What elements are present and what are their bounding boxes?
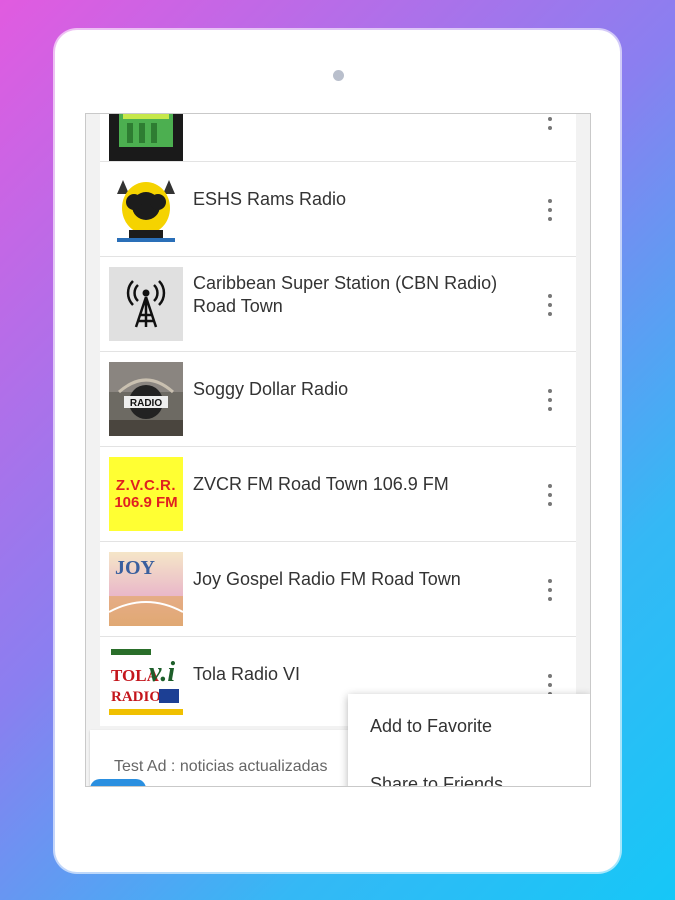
ad-text: Test Ad : noticias actualizadas	[114, 758, 328, 775]
station-name: Tola Radio VI	[193, 664, 301, 684]
zvcr-logo-icon: Z.V.C.R. 106.9 FM	[109, 457, 183, 531]
station-row[interactable]: RADIO Soggy Dollar Radio	[100, 352, 576, 447]
tola-logo-icon: TOLA RADIO v.i	[109, 647, 183, 721]
more-options-icon[interactable]	[547, 579, 553, 601]
station-name: ZVCR FM Road Town 106.9 FM	[193, 474, 449, 494]
menu-item-add-favorite[interactable]: Add to Favorite	[370, 716, 492, 737]
app-screen: ESHS Rams Radio Caribbean Super Station …	[85, 113, 591, 787]
more-options-icon[interactable]	[547, 114, 553, 130]
zvcr-logo-line2: 106.9 FM	[114, 494, 178, 511]
more-options-icon[interactable]	[547, 484, 553, 506]
front-camera	[333, 70, 344, 81]
station-row[interactable]: ESHS Rams Radio	[100, 162, 576, 257]
more-options-icon[interactable]	[547, 199, 553, 221]
broadcast-tower-icon	[109, 267, 183, 341]
station-name: ESHS Rams Radio	[193, 189, 347, 209]
station-row[interactable]: JOY Joy Gospel Radio FM Road Town	[100, 542, 576, 637]
context-menu: Add to Favorite Share to Friends	[348, 694, 590, 786]
more-options-icon[interactable]	[547, 389, 553, 411]
station-row[interactable]: Caribbean Super Station (CBN Radio) Road…	[100, 257, 576, 352]
joy-logo-icon: JOY	[109, 552, 183, 626]
station-name: Soggy Dollar Radio	[193, 379, 349, 399]
tablet-frame: ESHS Rams Radio Caribbean Super Station …	[55, 30, 620, 872]
station-row[interactable]: Z.V.C.R. 106.9 FM ZVCR FM Road Town 106.…	[100, 447, 576, 542]
more-options-icon[interactable]	[547, 674, 553, 696]
radio-badge-logo-icon: RADIO	[109, 362, 183, 436]
more-options-icon[interactable]	[547, 294, 553, 316]
menu-item-share-friends[interactable]: Share to Friends	[370, 774, 503, 786]
rams-logo-icon	[109, 172, 183, 246]
svg-text:RADIO: RADIO	[130, 398, 162, 409]
tola-logo-text2: RADIO	[111, 689, 161, 705]
station-row[interactable]	[100, 114, 576, 162]
station-thumbnail	[109, 114, 183, 161]
station-name: Caribbean Super Station (CBN Radio) Road…	[193, 273, 498, 316]
station-name: Joy Gospel Radio FM Road Town	[193, 569, 461, 589]
ad-app-icon[interactable]	[90, 779, 146, 786]
joy-logo-text: JOY	[115, 557, 156, 579]
station-list: ESHS Rams Radio Caribbean Super Station …	[100, 114, 576, 732]
zvcr-logo-line1: Z.V.C.R.	[115, 477, 177, 494]
tola-logo-vi: v.i	[149, 657, 175, 688]
